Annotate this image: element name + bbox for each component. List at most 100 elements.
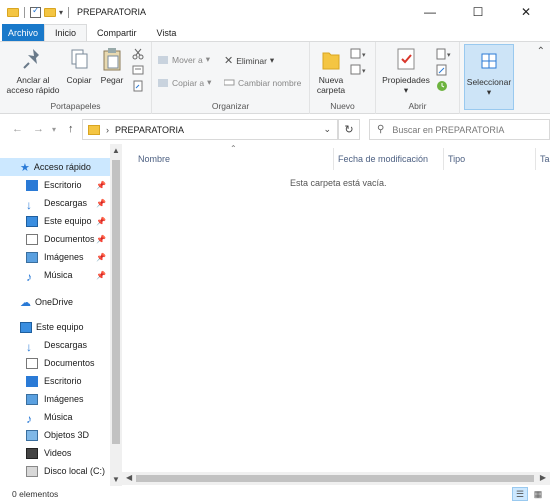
pin-icon[interactable]: 📌 — [96, 271, 106, 280]
new-folder-icon[interactable] — [44, 7, 56, 17]
group-seleccionar: Seleccionar ▾ — [460, 42, 518, 114]
nav-pane-scrollbar[interactable]: ▲ ▼ — [110, 144, 122, 486]
svg-text:▾: ▾ — [362, 52, 366, 59]
tab-compartir[interactable]: Compartir — [87, 24, 147, 41]
copy-to-button[interactable]: Copiar a ▾ — [158, 77, 211, 88]
easy-access-icon[interactable]: ▾ — [350, 64, 370, 76]
address-path[interactable]: PREPARATORIA — [115, 125, 184, 135]
videos-icon — [26, 447, 38, 459]
sidebar-item-quick-access[interactable]: ★ Acceso rápido — [0, 158, 110, 176]
status-bar: 0 elementos ☰ ▦ — [0, 486, 550, 502]
move-to-button[interactable]: Mover a ▾ — [158, 54, 210, 65]
sidebar-item-pc-documentos[interactable]: Documentos — [0, 354, 110, 372]
chevron-down-icon[interactable]: ⌄ — [323, 124, 331, 135]
sidebar-item-documentos[interactable]: Documentos 📌 — [0, 230, 110, 248]
sidebar-item-this-pc[interactable]: Este equipo — [0, 318, 110, 336]
history-icon[interactable] — [436, 80, 448, 92]
back-icon[interactable]: ← — [12, 123, 23, 135]
scroll-left-icon[interactable]: ◀ — [126, 473, 132, 482]
sidebar-item-pc-descargas[interactable]: ↓ Descargas — [0, 336, 110, 354]
pin-icon[interactable]: 📌 — [96, 217, 106, 226]
group-nuevo: Nueva carpeta ▾ ▾ Nuevo — [310, 42, 376, 114]
sidebar-item-onedrive[interactable]: ☁ OneDrive — [0, 293, 110, 311]
sidebar-item-pc-videos[interactable]: Videos — [0, 444, 110, 462]
sidebar-item-pc-escritorio[interactable]: Escritorio — [0, 372, 110, 390]
properties-button[interactable]: Propiedades ▾ — [380, 45, 432, 95]
delete-icon: ✕ — [224, 55, 234, 67]
delete-button[interactable]: ✕ Eliminar ▾ — [224, 54, 274, 67]
cut-icon[interactable] — [132, 48, 144, 60]
rename-icon — [224, 79, 235, 86]
sidebar-item-pc-objetos-3d[interactable]: Objetos 3D — [0, 426, 110, 444]
sidebar-item-pc-imagenes[interactable]: Imágenes — [0, 390, 110, 408]
pin-icon[interactable]: 📌 — [96, 199, 106, 208]
maximize-button[interactable]: ☐ — [454, 0, 502, 24]
computer-icon — [26, 215, 38, 227]
forward-icon[interactable]: → — [33, 123, 44, 135]
column-header-name[interactable]: Nombre — [134, 148, 334, 170]
group-label-nuevo: Nuevo — [330, 101, 355, 111]
copy-path-icon[interactable] — [132, 64, 144, 76]
pin-icon[interactable]: 📌 — [96, 253, 106, 262]
edit-icon[interactable] — [436, 64, 448, 76]
sidebar-item-label: Disco local (C:) — [44, 466, 106, 476]
new-item-icon[interactable]: ▾ — [350, 48, 370, 60]
scroll-right-icon[interactable]: ▶ — [540, 473, 546, 482]
new-folder-button[interactable]: Nueva carpeta — [314, 45, 348, 95]
chevron-down-icon: ▾ — [269, 55, 275, 65]
tab-archivo[interactable]: Archivo — [2, 24, 45, 41]
pin-quick-access-button[interactable]: Anclar al acceso rápido — [4, 45, 62, 95]
paste-shortcut-icon[interactable] — [132, 80, 144, 92]
empty-folder-message: Esta carpeta está vacía. — [290, 178, 387, 188]
sidebar-item-label: Documentos — [44, 358, 95, 368]
column-header-size[interactable]: Ta — [536, 148, 550, 170]
up-icon[interactable]: ↑ — [68, 123, 74, 135]
tab-vista[interactable]: Vista — [147, 24, 187, 41]
collapse-ribbon-icon[interactable]: ⌃ — [537, 46, 545, 57]
sidebar-item-escritorio[interactable]: Escritorio 📌 — [0, 176, 110, 194]
copy-button[interactable]: Copiar — [64, 45, 94, 85]
scrollbar-thumb[interactable] — [136, 475, 534, 482]
select-button[interactable]: Seleccionar ▾ — [464, 44, 514, 110]
properties-icon[interactable] — [30, 5, 41, 18]
file-list[interactable]: ⌃ Nombre Fecha de modificación Tipo Ta E… — [122, 144, 550, 486]
separator — [68, 6, 70, 18]
details-view-button[interactable]: ☰ — [512, 487, 528, 501]
sidebar-item-pc-musica[interactable]: ♪ Música — [0, 408, 110, 426]
sidebar-item-descargas[interactable]: ↓ Descargas 📌 — [0, 194, 110, 212]
chevron-down-icon: ▾ — [205, 54, 210, 64]
refresh-button[interactable]: ↻ — [338, 119, 360, 140]
rename-button[interactable]: Cambiar nombre — [224, 77, 301, 88]
content-horizontal-scrollbar[interactable]: ◀ ▶ — [122, 472, 550, 485]
recent-locations-icon[interactable]: ▾ — [52, 125, 56, 134]
paste-button[interactable]: Pegar — [96, 45, 128, 85]
tab-inicio[interactable]: Inicio — [44, 24, 88, 41]
folder-icon — [88, 124, 100, 135]
pin-icon[interactable]: 📌 — [96, 235, 106, 244]
search-box[interactable]: ⚲ — [369, 119, 550, 140]
sidebar-item-este-equipo[interactable]: Este equipo 📌 — [0, 212, 110, 230]
large-icons-view-button[interactable]: ▦ — [530, 487, 546, 501]
sidebar-item-pc-disco-local[interactable]: Disco local (C:) — [0, 462, 110, 480]
search-input[interactable] — [392, 124, 543, 135]
navigation-pane: ★ Acceso rápido Escritorio 📌 ↓ Descargas… — [0, 144, 122, 486]
column-header-date[interactable]: Fecha de modificación — [334, 148, 444, 170]
copy-to-icon — [158, 79, 168, 87]
sidebar-item-imagenes[interactable]: Imágenes 📌 — [0, 248, 110, 266]
scroll-down-icon[interactable]: ▼ — [112, 475, 120, 484]
sidebar-item-musica[interactable]: ♪ Música 📌 — [0, 266, 110, 284]
open-icon[interactable]: ▾ — [436, 48, 454, 60]
address-bar[interactable]: › PREPARATORIA ⌄ — [82, 119, 338, 140]
group-label-organizar: Organizar — [211, 101, 250, 111]
pin-icon[interactable]: 📌 — [96, 181, 106, 190]
pin-label: Anclar al acceso rápido — [6, 75, 60, 95]
close-button[interactable]: ✕ — [502, 0, 550, 24]
column-header-type[interactable]: Tipo — [444, 148, 536, 170]
scroll-up-icon[interactable]: ▲ — [112, 146, 120, 155]
customize-toolbar-icon[interactable]: ▾ — [59, 8, 63, 17]
scrollbar-thumb[interactable] — [112, 160, 120, 444]
sidebar-item-label: Objetos 3D — [44, 430, 90, 440]
paste-icon — [103, 48, 121, 71]
minimize-button[interactable]: — — [406, 0, 454, 24]
chevron-right-icon[interactable]: › — [106, 125, 109, 135]
